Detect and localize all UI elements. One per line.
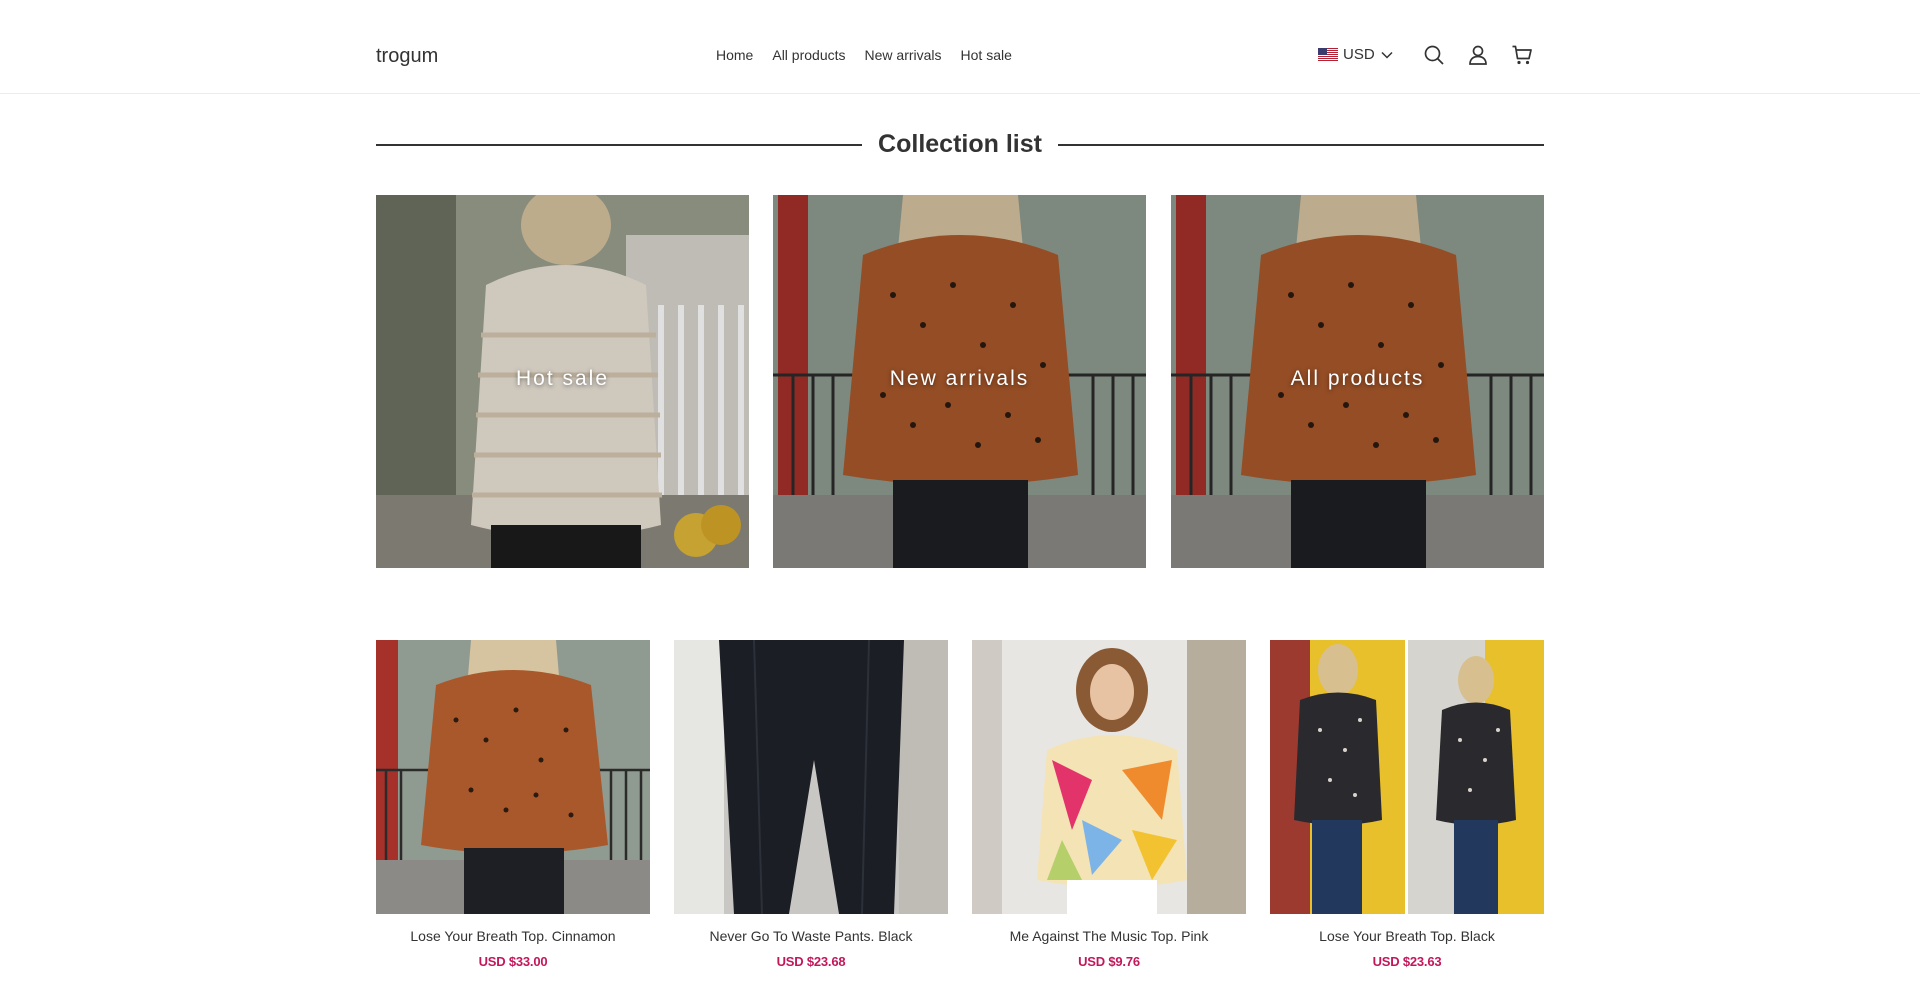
- store-logo[interactable]: trogum: [376, 44, 438, 68]
- product-image[interactable]: [1270, 640, 1544, 914]
- collection-card-hot-sale[interactable]: Hot sale: [376, 195, 749, 568]
- product-image[interactable]: [674, 640, 948, 914]
- search-icon[interactable]: [1423, 44, 1445, 66]
- product-card: Lose Your Breath Top. Cinnamon USD $33.0…: [376, 640, 650, 970]
- collection-label: All products: [1290, 367, 1425, 390]
- main-nav: Home All products New arrivals Hot sale: [716, 46, 1031, 64]
- section-title: Collection list: [878, 130, 1042, 158]
- product-name[interactable]: Me Against The Music Top. Pink: [972, 927, 1246, 945]
- product-price: USD $9.76: [1078, 954, 1140, 969]
- nav-home[interactable]: Home: [716, 46, 753, 64]
- collection-list-heading-row: Collection list: [376, 127, 1544, 161]
- product-name[interactable]: Lose Your Breath Top. Black: [1270, 927, 1544, 945]
- product-image[interactable]: [376, 640, 650, 914]
- collection-label: Hot sale: [515, 367, 610, 390]
- collection-label: New arrivals: [889, 367, 1030, 390]
- collection-card-all-products[interactable]: All products: [1171, 195, 1544, 568]
- product-card: Never Go To Waste Pants. Black USD $23.6…: [674, 640, 948, 970]
- nav-new-arrivals[interactable]: New arrivals: [865, 46, 942, 64]
- product-name[interactable]: Lose Your Breath Top. Cinnamon: [376, 927, 650, 945]
- cart-icon[interactable]: [1511, 44, 1533, 66]
- product-card: Me Against The Music Top. Pink USD $9.76: [972, 640, 1246, 970]
- nav-all-products[interactable]: All products: [772, 46, 845, 64]
- collection-card-new-arrivals[interactable]: New arrivals: [773, 195, 1146, 568]
- product-card: Lose Your Breath Top. Black USD $23.63: [1270, 640, 1544, 970]
- product-price: USD $23.68: [776, 954, 846, 969]
- account-icon[interactable]: [1467, 44, 1489, 66]
- product-image[interactable]: [972, 640, 1246, 914]
- us-flag-icon: [1318, 48, 1338, 61]
- currency-label: USD: [1343, 46, 1375, 63]
- currency-selector[interactable]: USD: [1318, 46, 1393, 63]
- chevron-down-icon: [1381, 51, 1393, 59]
- product-price: USD $23.63: [1372, 954, 1442, 969]
- nav-hot-sale[interactable]: Hot sale: [961, 46, 1012, 64]
- site-header: trogum Home All products New arrivals Ho…: [0, 0, 1920, 94]
- product-name[interactable]: Never Go To Waste Pants. Black: [674, 927, 948, 945]
- product-price: USD $33.00: [478, 954, 548, 969]
